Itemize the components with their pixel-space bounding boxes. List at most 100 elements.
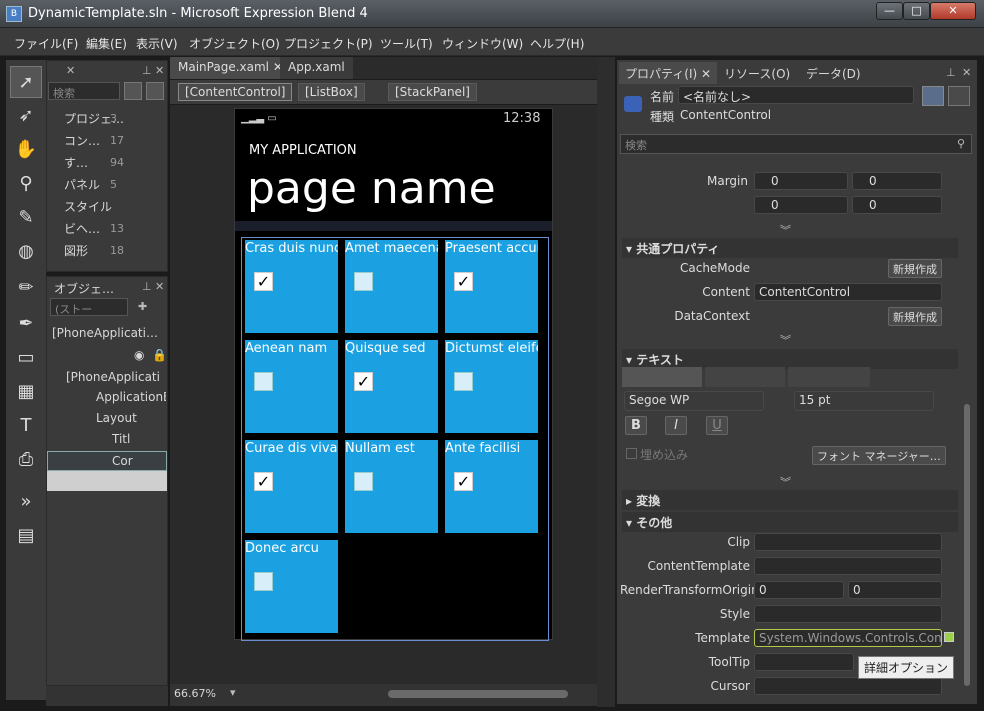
expand-chevron-icon[interactable]: ︾ [780, 332, 791, 348]
grid-tool-icon[interactable]: ▦ [10, 376, 42, 408]
menu-project[interactable]: プロジェクト(P) [284, 35, 373, 52]
eyedropper-tool-icon[interactable]: ✎ [10, 202, 42, 234]
tab-app[interactable]: App.xaml [280, 57, 353, 79]
font-tab-icon[interactable] [622, 367, 702, 387]
menu-object[interactable]: オブジェクト(O) [189, 35, 280, 52]
crumb-stackpanel[interactable]: [StackPanel] [388, 83, 477, 101]
list-item-tile[interactable]: Aenean nam [245, 340, 338, 433]
asset-library-icon[interactable]: ▤ [10, 520, 42, 552]
events-view-icon[interactable] [948, 86, 970, 106]
properties-view-icon[interactable] [922, 86, 944, 106]
list-item-tile[interactable]: Amet maecenas [345, 240, 438, 333]
pin-icon[interactable]: ⊥ [142, 280, 152, 293]
grid-view-icon[interactable] [124, 82, 142, 100]
menu-file[interactable]: ファイル(F) [14, 35, 78, 52]
tree-node[interactable]: Titl [82, 432, 166, 446]
indent-tab-icon[interactable] [788, 367, 870, 387]
minimize-button[interactable]: — [876, 2, 903, 20]
template-input[interactable]: System.Windows.Controls.Con… [754, 629, 942, 647]
assets-tool-icon[interactable]: » [10, 486, 42, 518]
expand-chevron-icon[interactable]: ︾ [780, 222, 791, 238]
zoom-dropdown-icon[interactable]: ▾ [230, 686, 236, 699]
close-button[interactable]: ✕ [930, 2, 976, 20]
pin-icon[interactable]: ⊥ [142, 64, 152, 77]
list-item-tile[interactable]: Donec arcu [245, 540, 338, 633]
contenttemplate-input[interactable] [754, 557, 942, 575]
name-input[interactable]: <名前なし> [678, 86, 914, 104]
font-size-select[interactable]: 15 pt [794, 391, 934, 411]
tile-checkbox[interactable]: ✓ [254, 472, 273, 491]
section-misc[interactable]: ▾ その他 [622, 512, 958, 532]
pencil-tool-icon[interactable]: ✏ [10, 272, 42, 304]
paint-bucket-tool-icon[interactable]: ◍ [10, 236, 42, 268]
pen-tool-icon[interactable]: ✒ [10, 308, 42, 340]
rto-x-input[interactable]: 0 [754, 581, 844, 599]
bold-button[interactable]: B [625, 416, 647, 435]
tile-checkbox[interactable] [354, 472, 373, 491]
panel-close-icon[interactable]: ✕ [155, 64, 164, 77]
tile-checkbox[interactable]: ✓ [454, 272, 473, 291]
panel-close-icon[interactable]: ✕ [962, 66, 971, 79]
tile-checkbox[interactable]: ✓ [254, 272, 273, 291]
tree-node-label[interactable]: [PhoneApplicati… [52, 326, 158, 340]
property-search-input[interactable]: 検索 [620, 134, 972, 154]
list-view-icon[interactable] [146, 82, 164, 100]
font-manager-button[interactable]: フォント マネージャー… [812, 446, 946, 465]
tab-data[interactable]: データ(D) [800, 62, 867, 84]
advanced-options-icon[interactable] [944, 632, 954, 642]
blend-app-icon[interactable]: B [6, 6, 22, 22]
section-common-properties[interactable]: ▾ 共通プロパティ [622, 238, 958, 258]
margin-bottom-input[interactable]: 0 [852, 196, 942, 214]
zoom-level[interactable]: 66.67% [174, 687, 216, 700]
underline-button[interactable]: U [706, 416, 728, 435]
panel-close-icon[interactable]: ✕ [155, 280, 164, 293]
horizontal-scrollbar[interactable] [388, 690, 568, 698]
tree-node-selected[interactable]: Cor [47, 451, 167, 471]
list-item-tile[interactable]: Quisque sed ✓ [345, 340, 438, 433]
tile-checkbox[interactable] [254, 372, 273, 391]
pin-icon[interactable]: ⊥ [946, 66, 956, 79]
menu-tools[interactable]: ツール(T) [380, 35, 433, 52]
tab-mainpage[interactable]: MainPage.xaml ✕ [170, 57, 291, 79]
new-button[interactable]: 新規作成 [888, 307, 942, 326]
crumb-contentcontrol[interactable]: [ContentControl] [178, 83, 293, 101]
menu-edit[interactable]: 編集(E) [86, 35, 127, 52]
margin-top-input[interactable]: 0 [754, 196, 848, 214]
margin-left-input[interactable]: 0 [754, 172, 848, 190]
pan-tool-icon[interactable]: ✋ [10, 134, 42, 166]
close-icon[interactable]: ✕ [701, 67, 711, 81]
zoom-tool-icon[interactable]: ⚲ [10, 168, 42, 200]
direct-selection-tool-icon[interactable]: ➶ [10, 100, 42, 132]
tooltip-input[interactable] [754, 653, 854, 671]
rectangle-tool-icon[interactable]: ▭ [10, 342, 42, 374]
expand-chevron-icon[interactable]: ︾ [780, 474, 791, 490]
tile-checkbox[interactable] [354, 272, 373, 291]
tile-checkbox[interactable] [454, 372, 473, 391]
controls-tool-icon[interactable]: ⎙ [10, 444, 42, 476]
properties-scrollbar[interactable] [964, 404, 970, 686]
clip-input[interactable] [754, 533, 942, 551]
tree-node[interactable]: Layout [66, 411, 166, 425]
tile-checkbox[interactable] [254, 572, 273, 591]
maximize-button[interactable]: □ [903, 2, 930, 20]
list-item-tile[interactable]: Praesent accum ✓ [445, 240, 538, 333]
tab-properties[interactable]: プロパティ(I) ✕ [619, 62, 718, 84]
style-input[interactable] [754, 605, 942, 623]
new-button[interactable]: 新規作成 [888, 259, 942, 278]
selection-tool-icon[interactable]: ➚ [10, 66, 42, 98]
list-item-tile[interactable]: Cras duis nunc ✓ [245, 240, 338, 333]
embed-checkbox[interactable] [626, 448, 637, 459]
tree-node[interactable]: ApplicationBa [82, 390, 166, 404]
list-item-tile[interactable]: Nullam est [345, 440, 438, 533]
font-family-select[interactable]: Segoe WP [624, 391, 764, 411]
tile-checkbox[interactable]: ✓ [454, 472, 473, 491]
list-item-tile[interactable]: Curae dis vivam ✓ [245, 440, 338, 533]
margin-right-input[interactable]: 0 [852, 172, 942, 190]
tab-resources[interactable]: リソース(O) [718, 62, 796, 84]
list-item-tile[interactable]: Ante facilisi ✓ [445, 440, 538, 533]
content-input[interactable]: ContentControl [754, 283, 942, 301]
italic-button[interactable]: I [665, 416, 687, 435]
paragraph-tab-icon[interactable] [705, 367, 785, 387]
objects-filter-input[interactable]: (ストー [50, 298, 128, 316]
tree-node[interactable]: [PhoneApplicati [52, 370, 166, 384]
